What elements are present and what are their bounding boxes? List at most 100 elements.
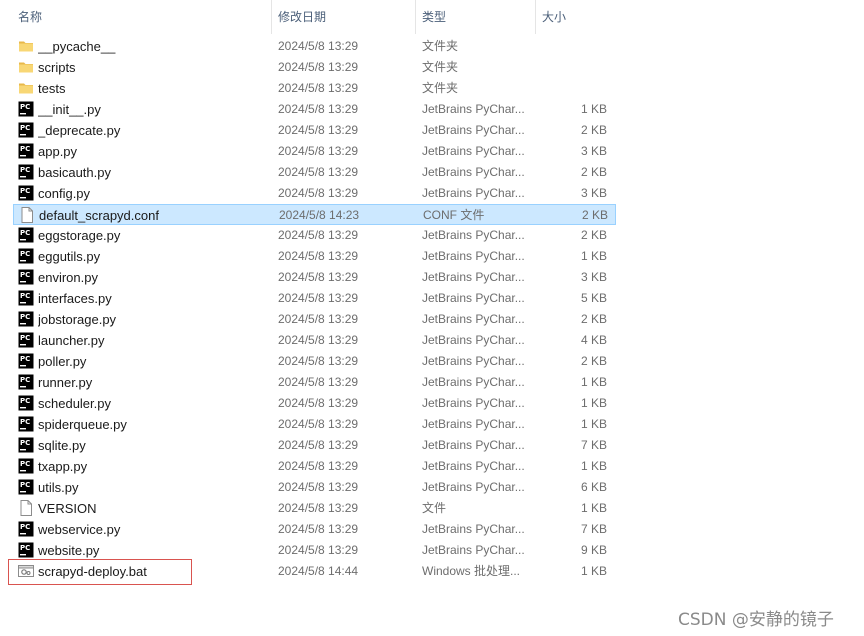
- column-header-bar: 名称 ⌃ 修改日期 类型 大小: [0, 0, 616, 34]
- folder-icon: [18, 59, 34, 75]
- file-list: __pycache__ 2024/5/8 13:29 文件夹 scripts 2024/…: [13, 36, 616, 582]
- file-row[interactable]: PC sqlite.py 2024/5/8 13:29 JetBrains PyCha…: [13, 435, 616, 456]
- file-type: JetBrains PyChar...: [422, 543, 525, 557]
- sort-ascending-icon: ⌃: [144, 0, 154, 6]
- file-type: JetBrains PyChar...: [422, 186, 525, 200]
- svg-text:PC: PC: [20, 397, 30, 405]
- file-row[interactable]: PC interfaces.py 2024/5/8 13:29 JetBrains P…: [13, 288, 616, 309]
- column-header-name[interactable]: 名称 ⌃: [10, 0, 271, 34]
- file-row[interactable]: PC eggstorage.py 2024/5/8 13:29 JetBrains P…: [13, 225, 616, 246]
- pycharm-file-icon: PC: [18, 521, 34, 537]
- file-size: 2 KB: [580, 312, 607, 326]
- file-type: 文件夹: [422, 39, 459, 53]
- svg-text:PC: PC: [20, 355, 30, 363]
- pycharm-file-icon: PC: [18, 479, 34, 495]
- file-row-selected[interactable]: default_scrapyd.conf 2024/5/8 14:23 CONF 文…: [13, 204, 616, 225]
- file-name: scheduler.py: [38, 396, 111, 411]
- pycharm-file-icon: PC: [18, 395, 34, 411]
- svg-text:PC: PC: [20, 439, 30, 447]
- file-row[interactable]: scripts 2024/5/8 13:29 文件夹: [13, 57, 616, 78]
- column-header-size-label: 大小: [542, 10, 567, 24]
- file-size: 1 KB: [580, 564, 607, 578]
- file-modified-date: 2024/5/8 13:29: [278, 39, 359, 53]
- file-modified-date: 2024/5/8 13:29: [278, 543, 359, 557]
- file-type: CONF 文件: [423, 208, 485, 222]
- file-row[interactable]: PC basicauth.py 2024/5/8 13:29 JetBrains Py…: [13, 162, 616, 183]
- file-name: tests: [38, 81, 66, 96]
- file-size: 2 KB: [580, 165, 607, 179]
- svg-text:PC: PC: [20, 145, 30, 153]
- file-row[interactable]: PC scheduler.py 2024/5/8 13:29 JetBrains Py…: [13, 393, 616, 414]
- file-row[interactable]: PC webservice.py 2024/5/8 13:29 JetBrains P…: [13, 519, 616, 540]
- file-modified-date: 2024/5/8 13:29: [278, 522, 359, 536]
- file-name: launcher.py: [38, 333, 105, 348]
- file-name: poller.py: [38, 354, 87, 369]
- column-header-type-label: 类型: [422, 10, 447, 24]
- file-name: jobstorage.py: [38, 312, 117, 327]
- column-header-type[interactable]: 类型: [415, 0, 535, 34]
- file-row[interactable]: PC txapp.py 2024/5/8 13:29 JetBrains PyChar…: [13, 456, 616, 477]
- pycharm-file-icon: PC: [18, 416, 34, 432]
- file-type: JetBrains PyChar...: [422, 438, 525, 452]
- file-row[interactable]: PC website.py 2024/5/8 13:29 JetBrains PyCh…: [13, 540, 616, 561]
- column-header-modified[interactable]: 修改日期: [271, 0, 415, 34]
- pycharm-file-icon: PC: [18, 248, 34, 264]
- file-name: basicauth.py: [38, 165, 111, 180]
- file-row[interactable]: PC __init__.py 2024/5/8 13:29 JetBrains PyC…: [13, 99, 616, 120]
- file-size: 2 KB: [581, 208, 608, 222]
- svg-text:PC: PC: [20, 229, 30, 237]
- svg-text:PC: PC: [20, 250, 30, 258]
- file-name: website.py: [38, 543, 100, 558]
- file-row[interactable]: tests 2024/5/8 13:29 文件夹: [13, 78, 616, 99]
- folder-icon: [18, 38, 34, 54]
- file-name: runner.py: [38, 375, 93, 390]
- pycharm-file-icon: PC: [18, 458, 34, 474]
- file-size: 2 KB: [580, 354, 607, 368]
- file-type: 文件夹: [422, 81, 459, 95]
- file-name: spiderqueue.py: [38, 417, 127, 432]
- file-row[interactable]: PC _deprecate.py 2024/5/8 13:29 JetBrains P…: [13, 120, 616, 141]
- file-row[interactable]: PC runner.py 2024/5/8 13:29 JetBrains PyCha…: [13, 372, 616, 393]
- file-type: JetBrains PyChar...: [422, 396, 525, 410]
- file-name: __pycache__: [38, 39, 116, 54]
- file-row[interactable]: __pycache__ 2024/5/8 13:29 文件夹: [13, 36, 616, 57]
- file-row[interactable]: PC eggutils.py 2024/5/8 13:29 JetBrains PyC…: [13, 246, 616, 267]
- svg-text:PC: PC: [20, 124, 30, 132]
- file-modified-date: 2024/5/8 13:29: [278, 354, 359, 368]
- file-row[interactable]: PC utils.py 2024/5/8 13:29 JetBrains PyChar…: [13, 477, 616, 498]
- file-size: 1 KB: [580, 417, 607, 431]
- column-header-name-label: 名称: [18, 10, 43, 24]
- file-modified-date: 2024/5/8 13:29: [278, 144, 359, 158]
- column-header-size[interactable]: 大小: [535, 0, 615, 34]
- file-type: JetBrains PyChar...: [422, 144, 525, 158]
- file-row[interactable]: PC poller.py 2024/5/8 13:29 JetBrains PyCha…: [13, 351, 616, 372]
- file-modified-date: 2024/5/8 13:29: [278, 480, 359, 494]
- svg-text:PC: PC: [20, 166, 30, 174]
- svg-text:PC: PC: [20, 544, 30, 552]
- file-row[interactable]: PC config.py 2024/5/8 13:29 JetBrains PyCha…: [13, 183, 616, 204]
- file-type: JetBrains PyChar...: [422, 312, 525, 326]
- file-modified-date: 2024/5/8 13:29: [278, 417, 359, 431]
- file-row[interactable]: PC spiderqueue.py 2024/5/8 13:29 JetBrains …: [13, 414, 616, 435]
- file-row[interactable]: VERSION 2024/5/8 13:29 文件 1 KB: [13, 498, 616, 519]
- file-name: eggutils.py: [38, 249, 101, 264]
- file-name: txapp.py: [38, 459, 88, 474]
- file-row[interactable]: PC jobstorage.py 2024/5/8 13:29 JetBrains P…: [13, 309, 616, 330]
- file-modified-date: 2024/5/8 13:29: [278, 438, 359, 452]
- pycharm-file-icon: PC: [18, 542, 34, 558]
- file-size: 3 KB: [580, 186, 607, 200]
- file-size: 2 KB: [580, 123, 607, 137]
- pycharm-file-icon: PC: [18, 374, 34, 390]
- file-row[interactable]: PC environ.py 2024/5/8 13:29 JetBrains PyCh…: [13, 267, 616, 288]
- file-size: 9 KB: [580, 543, 607, 557]
- file-type: JetBrains PyChar...: [422, 270, 525, 284]
- file-size: 3 KB: [580, 144, 607, 158]
- svg-text:PC: PC: [20, 103, 30, 111]
- file-row[interactable]: PC app.py 2024/5/8 13:29 JetBrains PyChar..…: [13, 141, 616, 162]
- pycharm-file-icon: PC: [18, 227, 34, 243]
- svg-text:PC: PC: [20, 460, 30, 468]
- pycharm-file-icon: PC: [18, 290, 34, 306]
- file-row[interactable]: PC launcher.py 2024/5/8 13:29 JetBrains PyC…: [13, 330, 616, 351]
- blank-file-icon: [18, 500, 34, 516]
- pycharm-file-icon: PC: [18, 101, 34, 117]
